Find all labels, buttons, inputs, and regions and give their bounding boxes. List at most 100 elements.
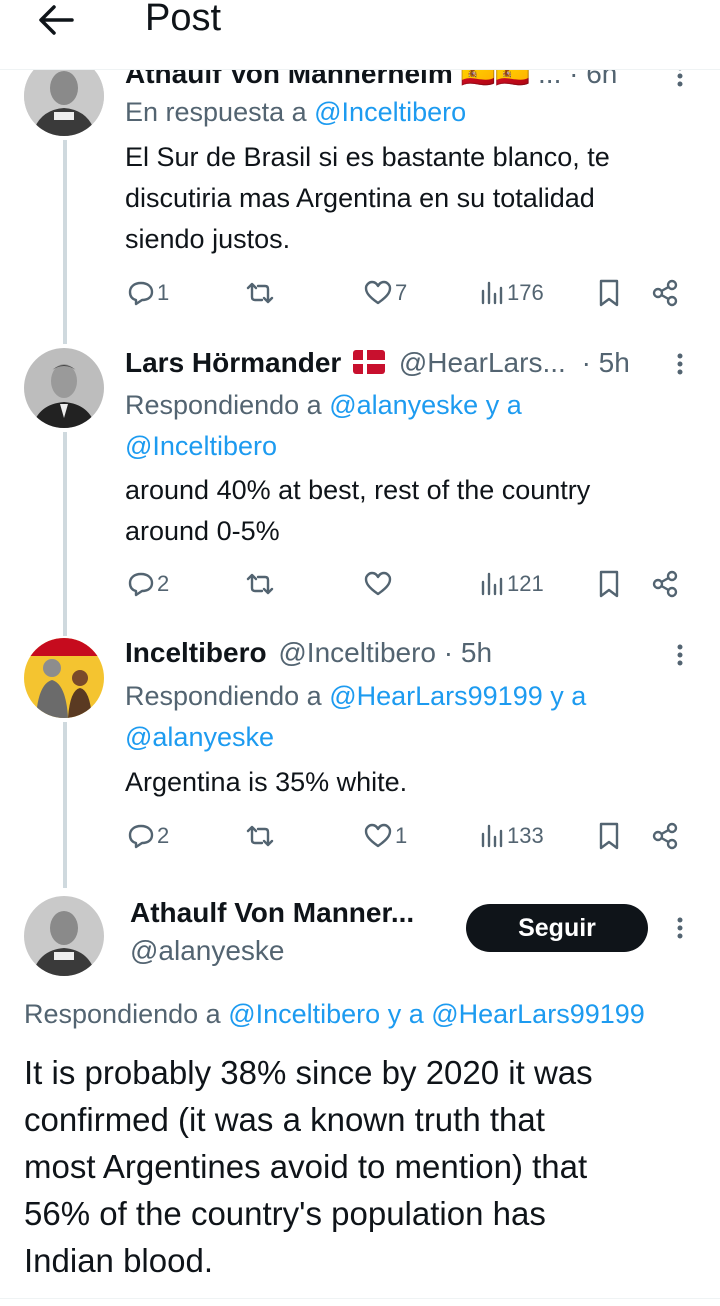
- views-button[interactable]: 133: [479, 820, 544, 852]
- action-bar: 2 121: [125, 568, 695, 600]
- follow-button[interactable]: Seguir: [466, 904, 648, 952]
- reply-prefix: Respondiendo a: [125, 390, 322, 420]
- reply-context: Respondiendo a @Inceltibero y a @HearLar…: [24, 994, 645, 1034]
- like-button[interactable]: 7: [363, 277, 407, 309]
- tweet-text: Argentina is 35% white.: [125, 762, 695, 803]
- reply-count: 1: [157, 280, 170, 305]
- bookmark-icon: [599, 822, 619, 850]
- mention-link[interactable]: @Inceltibero: [125, 431, 277, 461]
- like-button[interactable]: 1: [363, 820, 407, 852]
- arrow-left-icon: [39, 5, 74, 35]
- reply-icon: [128, 824, 154, 849]
- reply-count: 2: [157, 823, 170, 848]
- reply-conjunction: y a: [550, 681, 587, 711]
- view-count: 121: [507, 571, 544, 596]
- like-count: 1: [395, 823, 408, 848]
- author-name[interactable]: Inceltibero: [125, 637, 267, 668]
- text-line: discutiria mas Argentina en su totalidad: [125, 183, 595, 213]
- bookmark-button[interactable]: [596, 568, 622, 600]
- action-bar: 2 1 133: [125, 820, 695, 852]
- back-button[interactable]: [36, 0, 80, 40]
- share-icon: [652, 570, 678, 598]
- bookmark-button[interactable]: [596, 277, 622, 309]
- bookmark-icon: [599, 570, 619, 598]
- reply-button[interactable]: 1: [127, 277, 169, 309]
- author-handle[interactable]: @Inceltibero: [278, 637, 436, 668]
- more-options-button[interactable]: [672, 639, 688, 671]
- mention-link[interactable]: @Inceltibero: [314, 97, 466, 127]
- reply-conjunction: y a: [485, 390, 522, 420]
- retweet-icon: [246, 282, 274, 304]
- text-line: confirmed (it was a known truth that: [24, 1101, 545, 1138]
- share-button[interactable]: [650, 820, 680, 852]
- views-button[interactable]: 176: [479, 277, 544, 309]
- views-button[interactable]: 121: [479, 568, 544, 600]
- main-post-text: It is probably 38% since by 2020 it was …: [24, 1049, 704, 1284]
- divider: [0, 1298, 720, 1299]
- reply-icon: [128, 572, 154, 597]
- retweet-icon: [246, 825, 274, 847]
- bookmark-button[interactable]: [596, 820, 622, 852]
- more-options-button[interactable]: [672, 348, 688, 380]
- avatar[interactable]: [24, 348, 104, 428]
- bar-chart-icon: [481, 281, 503, 305]
- retweet-button[interactable]: [244, 277, 278, 309]
- share-button[interactable]: [650, 277, 680, 309]
- author-name[interactable]: Athaulf Von Manner...: [130, 897, 414, 929]
- author-handle[interactable]: @HearLars...: [399, 347, 566, 378]
- bar-chart-icon: [481, 572, 503, 596]
- heart-icon: [364, 571, 392, 596]
- like-button[interactable]: [363, 568, 395, 600]
- reply-prefix: En respuesta a: [125, 97, 307, 127]
- avatar-portrait-icon: [24, 348, 104, 428]
- like-count: 7: [395, 280, 408, 305]
- text-line: siendo justos.: [125, 224, 291, 254]
- share-button[interactable]: [650, 568, 680, 600]
- more-vertical-icon: [677, 353, 683, 375]
- more-vertical-icon: [677, 917, 683, 939]
- main-post-header: Athaulf Von Manner...: [130, 897, 414, 929]
- author-name[interactable]: Lars Hörmander: [125, 347, 341, 378]
- bar-chart-icon: [481, 824, 503, 848]
- more-vertical-icon: [677, 644, 683, 666]
- mention-link[interactable]: @alanyeske: [329, 390, 478, 420]
- more-options-button[interactable]: [672, 912, 688, 944]
- reply-prefix: Respondiendo a: [24, 999, 221, 1029]
- timestamp: · 5h: [443, 637, 493, 668]
- reply-button[interactable]: 2: [127, 820, 169, 852]
- tweet-header: Inceltibero @Inceltibero · 5h: [125, 637, 492, 669]
- mention-link[interactable]: @HearLars99199: [329, 681, 543, 711]
- reply-context: Respondiendo a @HearLars99199 y a @alany…: [125, 676, 586, 758]
- reply-conjunction: y a: [387, 999, 424, 1029]
- share-icon: [652, 279, 678, 307]
- reply-context: En respuesta a @Inceltibero: [125, 92, 466, 133]
- denmark-flag-icon: [353, 350, 386, 374]
- text-line: around 40% at best, rest of the country: [125, 475, 591, 505]
- share-icon: [652, 822, 678, 850]
- reply-icon: [128, 281, 154, 306]
- retweet-button[interactable]: [244, 820, 278, 852]
- mention-link[interactable]: @HearLars99199: [431, 999, 645, 1029]
- mention-link[interactable]: @Inceltibero: [228, 999, 380, 1029]
- text-line: most Argentines avoid to mention) that: [24, 1148, 588, 1185]
- text-line: around 0-5%: [125, 516, 280, 546]
- text-line: Argentina is 35% white.: [125, 767, 408, 797]
- tweet-header: Lars Hörmander @HearLars... · 5h: [125, 347, 630, 379]
- tweet-text: El Sur de Brasil si es bastante blanco, …: [125, 137, 695, 260]
- page-title: Post: [145, 0, 222, 39]
- avatar[interactable]: [24, 638, 104, 718]
- heart-icon: [364, 823, 392, 848]
- reply-prefix: Respondiendo a: [125, 681, 322, 711]
- reply-count: 2: [157, 571, 170, 596]
- main-post-handle-row: @alanyeske: [130, 935, 285, 967]
- retweet-icon: [246, 573, 274, 595]
- top-bar: Post: [0, 0, 720, 70]
- thread-connector: [63, 140, 67, 344]
- reply-button[interactable]: 2: [127, 568, 169, 600]
- retweet-button[interactable]: [244, 568, 278, 600]
- avatar[interactable]: [24, 896, 104, 976]
- author-handle[interactable]: @alanyeske: [130, 935, 285, 966]
- text-line: Indian blood.: [24, 1242, 213, 1279]
- mention-link[interactable]: @alanyeske: [125, 722, 274, 752]
- timestamp: · 5h: [581, 347, 630, 378]
